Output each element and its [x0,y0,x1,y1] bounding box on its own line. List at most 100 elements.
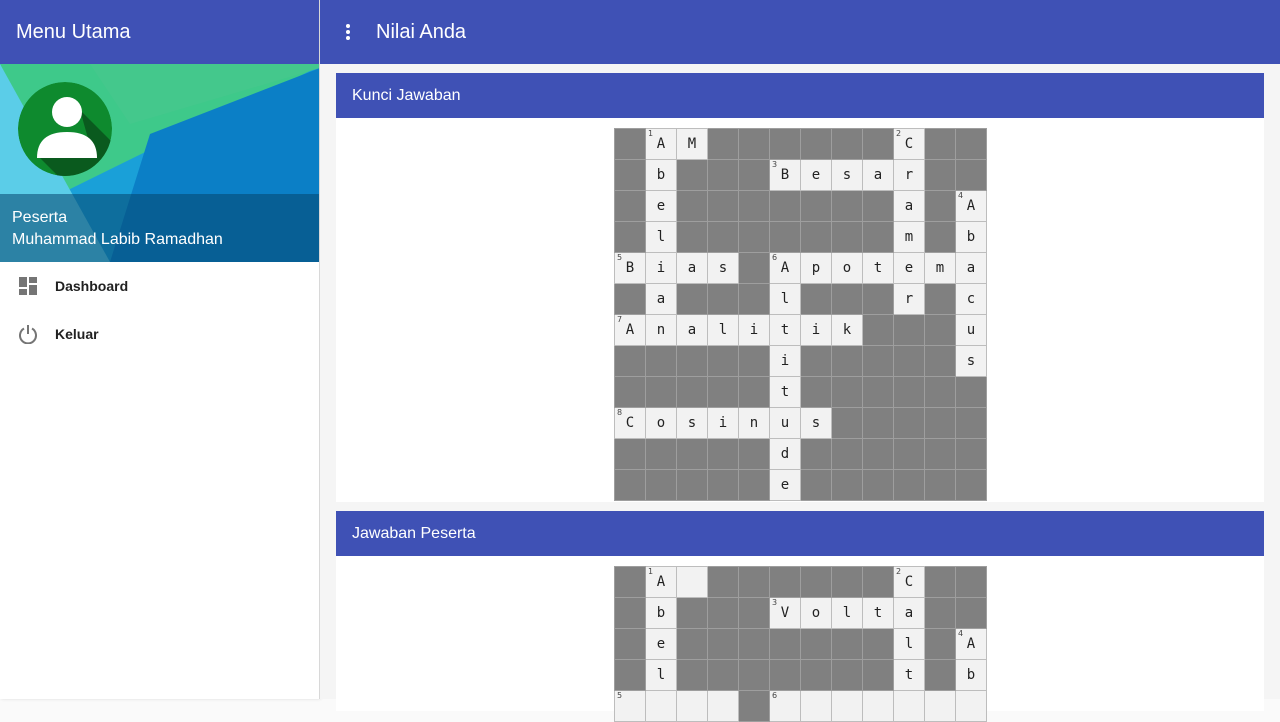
grid-cell[interactable] [955,690,987,722]
participant-answer-title: Jawaban Peserta [336,511,1264,556]
grid-cell[interactable]: 1A [645,566,677,598]
grid-cell[interactable] [676,566,708,598]
grid-block [738,628,770,660]
grid-block [831,345,863,377]
cell-letter: o [656,415,666,431]
grid-block [614,128,646,160]
clue-number: 2 [896,129,902,138]
grid-cell: t [769,376,801,408]
grid-cell[interactable]: l [645,659,677,691]
grid-cell[interactable]: 6 [769,690,801,722]
grid-block [955,597,987,629]
grid-cell[interactable]: t [862,597,894,629]
grid-block [831,221,863,253]
grid-cell[interactable]: 2C [893,566,925,598]
grid-cell: s [707,252,739,284]
grid-block [738,469,770,501]
grid-cell[interactable]: a [893,597,925,629]
clue-number: 4 [958,191,964,200]
grid-block [676,469,708,501]
grid-block [769,659,801,691]
cell-letter: b [966,229,976,245]
grid-block [645,438,677,470]
grid-cell[interactable]: b [645,597,677,629]
grid-cell[interactable]: l [893,628,925,660]
grid-cell: s [955,345,987,377]
grid-cell[interactable] [893,690,925,722]
grid-row: lmb [614,221,987,253]
grid-cell: a [862,159,894,191]
grid-cell: i [769,345,801,377]
grid-cell: 6A [769,252,801,284]
grid-block [831,376,863,408]
grid-cell[interactable] [800,690,832,722]
grid-cell[interactable] [924,690,956,722]
cell-letter: B [625,260,635,276]
participant-answer-card: Jawaban Peserta 1A2Cb3Voltael4Altb56 [336,511,1264,722]
grid-cell: M [676,128,708,160]
grid-row: t [614,376,987,408]
grid-block [676,628,708,660]
grid-block [769,566,801,598]
grid-block [707,283,739,315]
grid-block [924,566,956,598]
clue-number: 3 [772,160,778,169]
grid-block [862,469,894,501]
grid-block [800,469,832,501]
grid-cell[interactable] [831,690,863,722]
grid-row: e a 4A [614,190,987,222]
more-vert-icon[interactable] [320,0,376,64]
grid-block [893,438,925,470]
grid-cell[interactable]: 5 [614,690,646,722]
grid-block [924,128,956,160]
grid-cell: 2C [893,128,925,160]
grid-cell: a [645,283,677,315]
grid-cell: m [893,221,925,253]
cell-letter: l [656,667,666,683]
clue-number: 2 [896,567,902,576]
grid-block [707,345,739,377]
grid-block [707,469,739,501]
grid-cell: o [645,407,677,439]
grid-block [614,469,646,501]
grid-cell: 5B [614,252,646,284]
cell-letter: b [656,605,666,621]
profile-banner: Peserta Muhammad Labib Ramadhan [0,64,319,262]
cell-letter: a [904,198,914,214]
cell-letter: a [904,605,914,621]
power-icon [18,324,38,344]
grid-cell[interactable]: 3V [769,597,801,629]
grid-block [800,190,832,222]
clue-number: 6 [772,253,778,262]
grid-block [924,407,956,439]
grid-cell[interactable] [862,690,894,722]
cell-letter: u [780,415,790,431]
grid-cell[interactable] [645,690,677,722]
grid-cell[interactable] [676,690,708,722]
grid-cell: b [955,221,987,253]
grid-block [738,690,770,722]
cell-letter: b [966,667,976,683]
grid-block [738,190,770,222]
answer-key-card: Kunci Jawaban 1AM2Cb3Besarea4Almb5Bias6A… [336,73,1264,502]
grid-cell[interactable]: e [645,628,677,660]
sidebar-item-keluar[interactable]: Keluar [0,310,319,358]
grid-cell[interactable]: t [893,659,925,691]
grid-cell: k [831,314,863,346]
grid-block [800,659,832,691]
grid-block [707,221,739,253]
grid-cell: l [769,283,801,315]
grid-row: 8Cosinus [614,407,987,439]
avatar [18,82,112,176]
grid-block [738,597,770,629]
grid-row: alrc [614,283,987,315]
grid-cell[interactable]: l [831,597,863,629]
grid-cell[interactable]: b [955,659,987,691]
grid-block [707,659,739,691]
grid-cell[interactable]: 4A [955,628,987,660]
grid-block [614,628,646,660]
sidebar-item-dashboard[interactable]: Dashboard [0,262,319,310]
grid-block [645,345,677,377]
grid-cell[interactable] [707,690,739,722]
grid-cell[interactable]: o [800,597,832,629]
